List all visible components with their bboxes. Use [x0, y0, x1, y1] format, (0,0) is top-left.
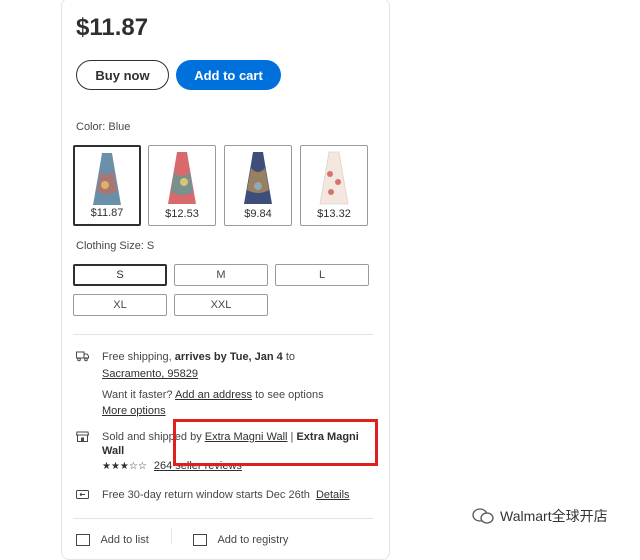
add-to-cart-button[interactable]: Add to cart: [176, 60, 281, 90]
color-swatch-3[interactable]: $9.84: [224, 145, 292, 226]
dress-thumbnail-image: [244, 152, 272, 204]
footer-divider: [171, 528, 172, 544]
buy-now-button[interactable]: Buy now: [76, 60, 169, 90]
size-label: Clothing Size: S: [76, 240, 155, 252]
return-text: Free 30-day return window starts Dec 26t…: [102, 489, 310, 501]
swatch-price: $9.84: [244, 208, 272, 220]
return-details-link[interactable]: Details: [316, 489, 350, 501]
watermark-text: Walmart全球开店: [500, 508, 608, 524]
seller-name-continued: Wall: [102, 445, 125, 457]
add-to-list-label: Add to list: [100, 534, 149, 546]
add-address-link[interactable]: Add an address: [175, 389, 252, 401]
size-option-xl[interactable]: XL: [73, 294, 167, 316]
more-options-link[interactable]: More options: [102, 403, 166, 419]
arrival-date: arrives by Tue, Jan 4: [174, 351, 283, 363]
gift-icon: [193, 534, 207, 547]
size-option-s[interactable]: S: [73, 264, 167, 286]
shipping-to: to: [285, 351, 296, 363]
want-faster-text: Want it faster?: [102, 389, 173, 401]
color-swatch-4[interactable]: $13.32: [300, 145, 368, 226]
location-link[interactable]: Sacramento, 95829: [102, 366, 198, 382]
list-icon: [76, 534, 90, 547]
shipping-info: Free shipping, arrives by Tue, Jan 4 to: [102, 349, 372, 365]
color-swatch-2[interactable]: $12.53: [148, 145, 216, 226]
add-to-registry-label: Add to registry: [217, 534, 289, 546]
section-divider: [73, 334, 373, 335]
return-icon: [76, 490, 89, 499]
return-info: Free 30-day return window starts Dec 26t…: [102, 487, 382, 503]
highlight-box: [173, 419, 378, 466]
shipping-prefix: Free shipping,: [102, 351, 172, 363]
faster-info: Want it faster? Add an address to see op…: [102, 387, 372, 403]
see-options-text: to see options: [255, 389, 324, 401]
size-option-xxl[interactable]: XXL: [174, 294, 268, 316]
section-divider: [73, 518, 373, 519]
dress-thumbnail-image: [168, 152, 196, 204]
color-swatch-1[interactable]: $11.87: [73, 145, 141, 226]
swatch-price: $11.87: [90, 207, 124, 219]
add-to-list-button[interactable]: Add to list: [76, 532, 149, 548]
size-option-l[interactable]: L: [275, 264, 369, 286]
watermark: Walmart全球开店: [472, 506, 608, 526]
add-to-registry-button[interactable]: Add to registry: [193, 532, 288, 548]
color-label: Color: Blue: [76, 121, 131, 133]
product-price: $11.87: [76, 14, 149, 41]
dress-thumbnail-image: [319, 151, 349, 205]
truck-icon: [76, 351, 89, 362]
store-icon: [76, 431, 89, 442]
size-option-m[interactable]: M: [174, 264, 268, 286]
wechat-icon: [472, 508, 494, 524]
dress-thumbnail-image: [93, 153, 121, 205]
swatch-price: $13.32: [317, 208, 351, 220]
star-rating-icon: ★★★☆☆: [102, 461, 147, 472]
swatch-price: $12.53: [165, 208, 199, 220]
